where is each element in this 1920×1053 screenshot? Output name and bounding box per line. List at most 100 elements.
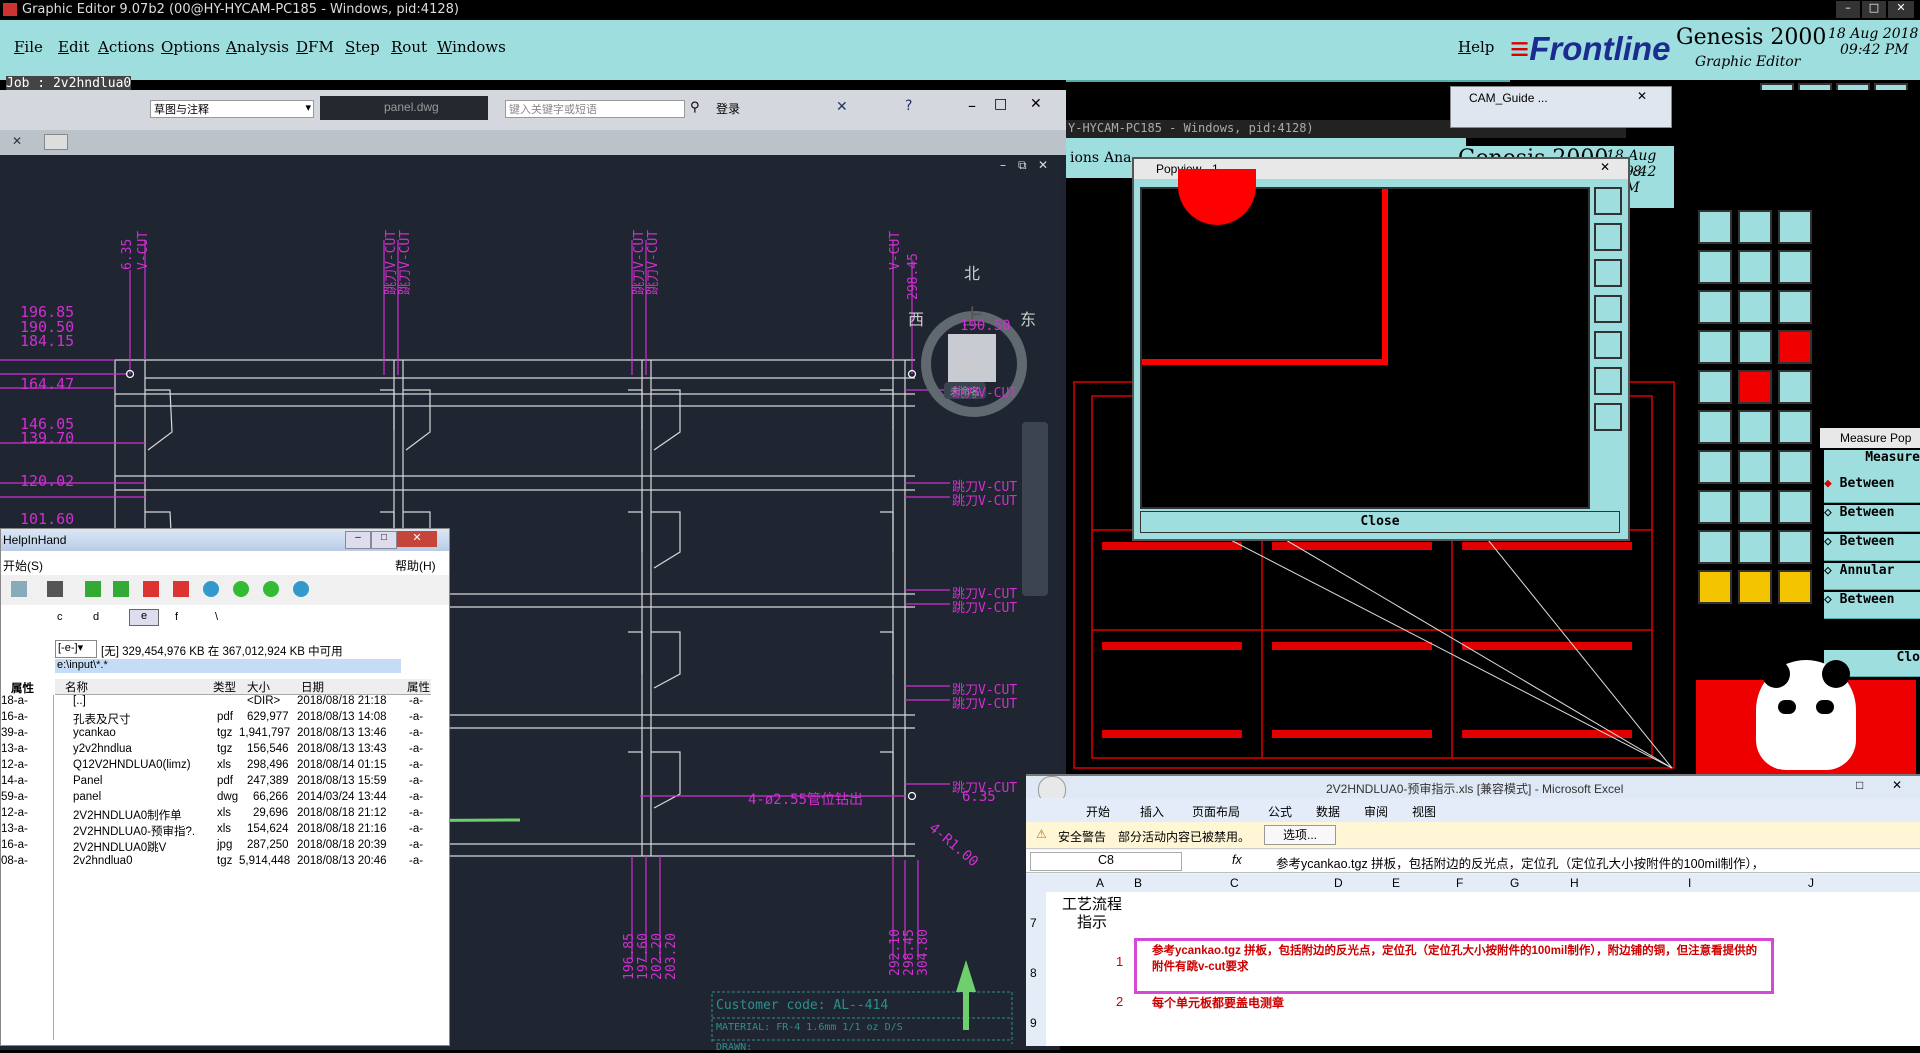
compass-east[interactable]: 东 [1020, 306, 1036, 330]
tool-icon[interactable] [1738, 490, 1772, 524]
tool-icon[interactable] [1738, 410, 1772, 444]
col-header[interactable]: C [1230, 876, 1239, 890]
menu-start[interactable]: 开始(S) [3, 557, 43, 574]
tool-icon[interactable] [1698, 450, 1732, 484]
tool-icon[interactable] [1778, 410, 1812, 444]
binoculars-icon[interactable]: ⚲ [690, 100, 700, 115]
tool-icon[interactable] [1778, 290, 1812, 324]
measure-between[interactable]: ◆ Between [1824, 476, 1920, 503]
tool-icon[interactable] [1594, 367, 1622, 395]
tab-review[interactable]: 审阅 [1364, 803, 1388, 820]
drive-e[interactable]: e [129, 609, 159, 626]
file-row[interactable]: 2V2HNDLUA0-预审指?. xls 154,624 2018/08/18 21:… [57, 823, 437, 839]
tool-icon[interactable] [1778, 490, 1812, 524]
globe-icon[interactable] [293, 581, 309, 597]
tool-icon[interactable] [1778, 250, 1812, 284]
compass-south[interactable]: 南 [964, 354, 980, 378]
drive-combo[interactable]: [-e-]▾ [55, 640, 97, 658]
close-icon[interactable]: ✕ [1892, 778, 1902, 792]
tool-icon[interactable] [1594, 259, 1622, 287]
maximize-icon[interactable]: □ [371, 531, 397, 549]
col-header[interactable]: I [1688, 876, 1691, 890]
tab-formulas[interactable]: 公式 [1268, 803, 1292, 820]
exchange-icon[interactable]: ✕ [836, 99, 848, 115]
cell-a7[interactable]: 工艺流程指示 [1062, 896, 1122, 932]
tool-icon[interactable] [1698, 490, 1732, 524]
row-header[interactable]: 8 [1030, 966, 1037, 980]
maximize-icon[interactable]: □ [1856, 778, 1863, 792]
minimize-icon[interactable]: – [345, 531, 371, 549]
file-row[interactable]: [..] <DIR> 2018/08/18 21:18 -a- [57, 695, 437, 711]
menu-rout[interactable]: Rout [391, 38, 427, 56]
close-icon[interactable]: ✕ [397, 531, 437, 547]
minimize-icon[interactable]: – [1836, 1, 1860, 18]
file-row[interactable]: ycankao tgz 1,941,797 2018/08/13 13:46 -a- [57, 727, 437, 743]
workspace-combo[interactable]: 草图与注释 ▾ [150, 100, 314, 118]
file-row[interactable]: Panel pdf 247,389 2018/08/13 15:59 -a- [57, 775, 437, 791]
tool-icon[interactable] [1698, 410, 1732, 444]
tool-icon[interactable] [1698, 370, 1732, 404]
help-icon[interactable]: ? [905, 98, 912, 114]
tab-insert[interactable]: 插入 [1140, 803, 1164, 820]
popview-canvas[interactable] [1140, 169, 1590, 509]
tab-data[interactable]: 数据 [1316, 803, 1340, 820]
popview-close-button[interactable]: Close [1140, 511, 1620, 533]
menu-analysis[interactable]: Analysis [226, 38, 289, 56]
menu-actions[interactable]: Actions [98, 38, 154, 56]
col-header[interactable]: D [1334, 876, 1343, 890]
pointer-tool-icon[interactable] [1698, 570, 1732, 604]
tool-icon[interactable] [1778, 210, 1812, 244]
drive-d[interactable]: d [93, 611, 99, 623]
tool-icon[interactable] [1594, 331, 1622, 359]
tool-icon[interactable] [1594, 295, 1622, 323]
col-attr[interactable]: 属性 [407, 679, 430, 695]
cell-c9[interactable]: 每个单元板都要盖电测章 [1152, 994, 1284, 1011]
file-row[interactable]: 2v2hndlua0 tgz 5,914,448 2018/08/13 20:46 -a… [57, 855, 437, 871]
second-menu-options[interactable]: ions [1070, 150, 1099, 166]
globe-icon[interactable] [203, 581, 219, 597]
pdf-icon[interactable] [173, 581, 189, 597]
menu-help[interactable]: 帮助(H) [395, 557, 436, 574]
drive-root[interactable]: \ [215, 611, 218, 623]
k-icon[interactable] [263, 581, 279, 597]
tool-icon[interactable] [1698, 250, 1732, 284]
menu-edit[interactable]: Edit [58, 38, 89, 56]
compass-west[interactable]: 西 [908, 306, 924, 330]
tool-icon[interactable] [1738, 370, 1772, 404]
menu-step[interactable]: Step [345, 38, 380, 56]
tool-icon[interactable] [1594, 187, 1622, 215]
file-row[interactable]: panel dwg 66,266 2014/03/24 13:44 -a- [57, 791, 437, 807]
file-row[interactable]: 2V2HNDLUA0跳V jpg 287,250 2018/08/18 20:39 -a… [57, 839, 437, 855]
tool-icon[interactable] [1738, 450, 1772, 484]
col-size[interactable]: 大小 [247, 679, 270, 695]
tool-icon[interactable] [1738, 330, 1772, 364]
menu-windows[interactable]: Windows [437, 38, 506, 56]
col-header[interactable]: F [1456, 876, 1463, 890]
cell-b8[interactable]: 1 [1116, 954, 1123, 969]
maximize-icon[interactable]: □ [994, 96, 1007, 112]
col-name[interactable]: 名称 [65, 679, 88, 695]
row-header[interactable]: 7 [1030, 916, 1037, 930]
tab-page-layout[interactable]: 页面布局 [1192, 803, 1240, 820]
pdf-icon[interactable] [143, 581, 159, 597]
new-tab-icon[interactable] [44, 134, 68, 150]
tool-icon[interactable] [1594, 223, 1622, 251]
file-row[interactable]: 2V2HNDLUA0制作单 xls 29,696 2018/08/18 21:12 -a… [57, 807, 437, 823]
close-tab-icon[interactable]: ✕ [12, 134, 22, 148]
file-row[interactable]: y2v2hndlua tgz 156,546 2018/08/13 13:43 -a- [57, 743, 437, 759]
col-header[interactable]: G [1510, 876, 1519, 890]
col-header[interactable]: H [1570, 876, 1579, 890]
cell-c8[interactable]: 参考ycankao.tgz 拼板，包括附边的反光点，定位孔（定位孔大小按附件的1… [1152, 942, 1762, 974]
drive-f[interactable]: f [175, 611, 178, 623]
close-icon[interactable]: ✕ [1637, 89, 1647, 103]
excel-icon[interactable] [113, 581, 129, 597]
maximize-icon[interactable]: □ [1862, 1, 1886, 18]
minimize-icon[interactable]: – [968, 96, 976, 115]
tool-icon[interactable] [1594, 403, 1622, 431]
login-link[interactable]: 登录 [716, 100, 740, 117]
excel-icon[interactable] [85, 581, 101, 597]
col-date[interactable]: 日期 [301, 679, 324, 695]
col-type[interactable]: 类型 [213, 679, 236, 695]
url-icon[interactable] [11, 581, 27, 597]
tool-icon[interactable] [1698, 210, 1732, 244]
